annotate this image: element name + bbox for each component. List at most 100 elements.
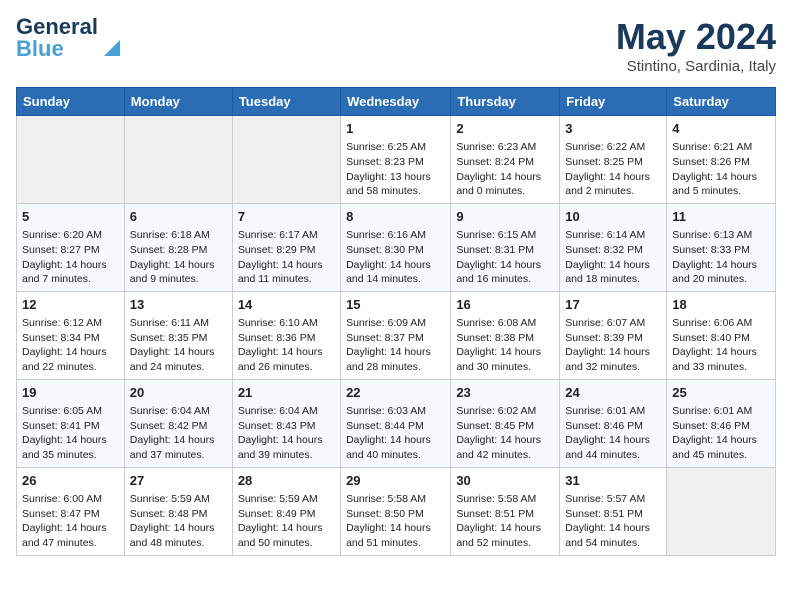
day-content: Daylight: 14 hours and 9 minutes.	[130, 258, 227, 287]
day-content: Daylight: 14 hours and 44 minutes.	[565, 433, 661, 462]
day-content: Daylight: 14 hours and 48 minutes.	[130, 521, 227, 550]
day-content: Daylight: 14 hours and 33 minutes.	[672, 345, 770, 374]
day-content: Sunset: 8:41 PM	[22, 419, 119, 434]
day-content: Daylight: 13 hours and 58 minutes.	[346, 170, 445, 199]
calendar-day-cell: 9Sunrise: 6:15 AMSunset: 8:31 PMDaylight…	[451, 203, 560, 291]
day-content: Sunrise: 6:10 AM	[238, 316, 335, 331]
calendar-day-cell: 26Sunrise: 6:00 AMSunset: 8:47 PMDayligh…	[17, 467, 125, 555]
calendar-day-cell: 6Sunrise: 6:18 AMSunset: 8:28 PMDaylight…	[124, 203, 232, 291]
day-number: 22	[346, 384, 445, 402]
day-content: Sunset: 8:27 PM	[22, 243, 119, 258]
day-number: 13	[130, 296, 227, 314]
calendar-table: SundayMondayTuesdayWednesdayThursdayFrid…	[16, 87, 776, 556]
day-number: 24	[565, 384, 661, 402]
day-number: 21	[238, 384, 335, 402]
day-number: 10	[565, 208, 661, 226]
day-content: Sunrise: 6:12 AM	[22, 316, 119, 331]
calendar-day-cell	[17, 116, 125, 204]
calendar-day-cell: 1Sunrise: 6:25 AMSunset: 8:23 PMDaylight…	[341, 116, 451, 204]
calendar-day-cell: 19Sunrise: 6:05 AMSunset: 8:41 PMDayligh…	[17, 379, 125, 467]
day-content: Daylight: 14 hours and 35 minutes.	[22, 433, 119, 462]
day-number: 3	[565, 120, 661, 138]
day-content: Sunset: 8:50 PM	[346, 507, 445, 522]
day-content: Daylight: 14 hours and 47 minutes.	[22, 521, 119, 550]
day-content: Daylight: 14 hours and 28 minutes.	[346, 345, 445, 374]
day-content: Daylight: 14 hours and 26 minutes.	[238, 345, 335, 374]
day-content: Sunset: 8:42 PM	[130, 419, 227, 434]
day-content: Sunset: 8:51 PM	[565, 507, 661, 522]
calendar-day-cell: 30Sunrise: 5:58 AMSunset: 8:51 PMDayligh…	[451, 467, 560, 555]
calendar-day-cell	[667, 467, 776, 555]
day-number: 28	[238, 472, 335, 490]
day-number: 26	[22, 472, 119, 490]
calendar-day-cell	[232, 116, 340, 204]
calendar-week-row: 12Sunrise: 6:12 AMSunset: 8:34 PMDayligh…	[17, 291, 776, 379]
day-content: Sunrise: 6:20 AM	[22, 228, 119, 243]
day-content: Sunset: 8:40 PM	[672, 331, 770, 346]
day-content: Sunset: 8:43 PM	[238, 419, 335, 434]
day-content: Daylight: 14 hours and 39 minutes.	[238, 433, 335, 462]
calendar-day-cell: 24Sunrise: 6:01 AMSunset: 8:46 PMDayligh…	[560, 379, 667, 467]
day-content: Sunrise: 5:57 AM	[565, 492, 661, 507]
calendar-day-cell: 12Sunrise: 6:12 AMSunset: 8:34 PMDayligh…	[17, 291, 125, 379]
day-number: 1	[346, 120, 445, 138]
day-content: Sunrise: 5:59 AM	[130, 492, 227, 507]
calendar-day-cell: 21 Sunrise: 6:04 AMSunset: 8:43 PMDayligh…	[232, 379, 340, 467]
day-content: Sunrise: 6:01 AM	[672, 404, 770, 419]
calendar-header-cell: Thursday	[451, 88, 560, 116]
day-content: Sunrise: 6:02 AM	[456, 404, 554, 419]
day-number: 17	[565, 296, 661, 314]
day-number: 18	[672, 296, 770, 314]
day-content: Sunrise: 6:04 AM	[238, 404, 335, 419]
day-number: 27	[130, 472, 227, 490]
calendar-day-cell: 7Sunrise: 6:17 AMSunset: 8:29 PMDaylight…	[232, 203, 340, 291]
day-content: Daylight: 14 hours and 40 minutes.	[346, 433, 445, 462]
day-content: Sunset: 8:33 PM	[672, 243, 770, 258]
day-content: Daylight: 14 hours and 5 minutes.	[672, 170, 770, 199]
day-content: Daylight: 14 hours and 7 minutes.	[22, 258, 119, 287]
day-content: Sunset: 8:37 PM	[346, 331, 445, 346]
day-number: 30	[456, 472, 554, 490]
calendar-day-cell: 31Sunrise: 5:57 AMSunset: 8:51 PMDayligh…	[560, 467, 667, 555]
logo: GeneralBlue	[16, 16, 122, 60]
calendar-day-cell: 27Sunrise: 5:59 AMSunset: 8:48 PMDayligh…	[124, 467, 232, 555]
day-number: 14	[238, 296, 335, 314]
day-content: Daylight: 14 hours and 18 minutes.	[565, 258, 661, 287]
calendar-day-cell: 17Sunrise: 6:07 AMSunset: 8:39 PMDayligh…	[560, 291, 667, 379]
logo-icon	[100, 36, 122, 58]
calendar-header-row: SundayMondayTuesdayWednesdayThursdayFrid…	[17, 88, 776, 116]
day-content: Sunrise: 6:09 AM	[346, 316, 445, 331]
day-number: 16	[456, 296, 554, 314]
day-content: Sunrise: 6:05 AM	[22, 404, 119, 419]
day-content: Sunrise: 6:18 AM	[130, 228, 227, 243]
day-content: Sunset: 8:26 PM	[672, 155, 770, 170]
day-content: Daylight: 14 hours and 22 minutes.	[22, 345, 119, 374]
day-content: Daylight: 14 hours and 20 minutes.	[672, 258, 770, 287]
day-content: Daylight: 14 hours and 24 minutes.	[130, 345, 227, 374]
calendar-week-row: 19Sunrise: 6:05 AMSunset: 8:41 PMDayligh…	[17, 379, 776, 467]
day-content: Sunrise: 6:08 AM	[456, 316, 554, 331]
calendar-day-cell: 5 Sunrise: 6:20 AMSunset: 8:27 PMDaylight…	[17, 203, 125, 291]
day-number: 25	[672, 384, 770, 402]
day-number: 9	[456, 208, 554, 226]
day-content: Sunset: 8:35 PM	[130, 331, 227, 346]
calendar-day-cell: 10Sunrise: 6:14 AMSunset: 8:32 PMDayligh…	[560, 203, 667, 291]
day-content: Sunset: 8:28 PM	[130, 243, 227, 258]
calendar-header-cell: Saturday	[667, 88, 776, 116]
day-content: Sunset: 8:51 PM	[456, 507, 554, 522]
day-content: Sunset: 8:44 PM	[346, 419, 445, 434]
day-number: 7	[238, 208, 335, 226]
day-content: Sunset: 8:46 PM	[672, 419, 770, 434]
day-number: 5	[22, 208, 119, 226]
calendar-day-cell: 25Sunrise: 6:01 AMSunset: 8:46 PMDayligh…	[667, 379, 776, 467]
day-content: Sunrise: 6:23 AM	[456, 140, 554, 155]
day-number: 29	[346, 472, 445, 490]
day-content: Daylight: 14 hours and 51 minutes.	[346, 521, 445, 550]
month-title: May 2024	[616, 16, 776, 58]
day-content: Sunset: 8:46 PM	[565, 419, 661, 434]
day-number: 31	[565, 472, 661, 490]
day-number: 12	[22, 296, 119, 314]
calendar-day-cell: 18Sunrise: 6:06 AMSunset: 8:40 PMDayligh…	[667, 291, 776, 379]
day-content: Daylight: 14 hours and 0 minutes.	[456, 170, 554, 199]
day-content: Sunrise: 5:59 AM	[238, 492, 335, 507]
